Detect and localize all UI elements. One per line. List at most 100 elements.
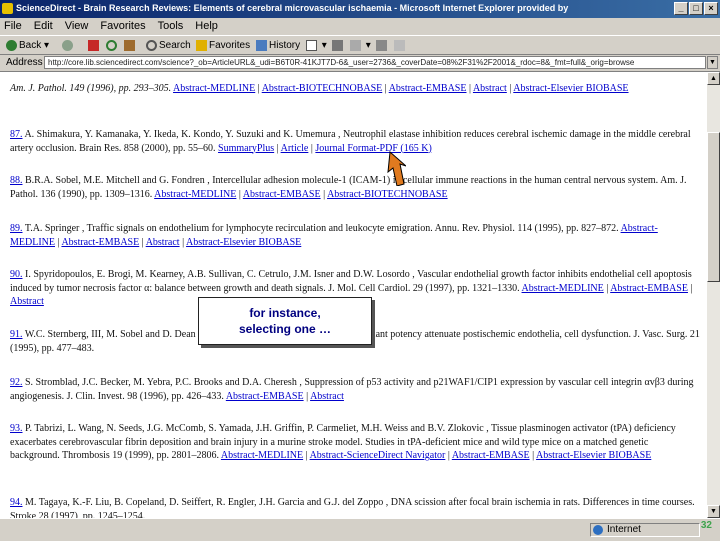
reference-93: 93. P. Tabrizi, L. Wang, N. Seeds, J.G. … [10,423,676,461]
reference-89: 89. T.A. Springer , Traffic signals on e… [10,223,658,248]
close-button[interactable]: × [704,2,718,15]
forward-button[interactable] [62,38,75,53]
scroll-down-icon[interactable]: ▼ [707,505,720,518]
forward-arrow-icon [62,39,73,51]
menu-help[interactable]: Help [189,18,224,32]
ref-link[interactable]: Abstract-EMBASE [61,237,139,248]
cursor-arrow-icon [387,150,406,186]
status-bar: Internet [0,518,720,541]
discuss-icon [376,39,387,51]
history-icon [256,39,267,51]
window-controls: _ □ × [674,2,718,15]
ref-link[interactable]: Abstract-Elsevier BIOBASE [186,237,301,248]
reference-86: Am. J. Pathol. 149 (1996), pp. 293–305. … [10,83,629,94]
mail-button[interactable]: ▾ [306,38,327,53]
ref-text: M. Tagaya, K.-F. Liu, B. Copeland, D. Se… [10,497,695,518]
scroll-up-icon[interactable]: ▲ [707,72,720,85]
ref-link[interactable]: Abstract-BIOTECHNOBASE [327,189,448,200]
summaryplus-link[interactable]: SummaryPlus [218,143,274,154]
ref-number[interactable]: 92. [10,377,23,388]
ref-link[interactable]: Abstract-EMBASE [389,83,467,94]
ref-link[interactable]: Abstract [473,83,507,94]
menu-edit[interactable]: Edit [28,18,59,32]
ref-link[interactable]: Abstract [146,237,180,248]
ref-link[interactable]: Abstract-EMBASE [226,391,304,402]
edit-button[interactable]: ▾ [350,38,371,53]
ie-app-icon [2,3,13,14]
callout-line-1: for instance, [249,306,321,320]
reference-94: 94. M. Tagaya, K.-F. Liu, B. Copeland, D… [10,496,700,518]
vertical-scrollbar[interactable]: ▲ ▼ [707,72,720,518]
favorites-button[interactable]: Favorites [196,38,250,53]
address-dropdown-icon[interactable]: ▼ [707,56,718,69]
ref-link[interactable]: Abstract-MEDLINE [154,189,236,200]
ref-number[interactable]: 94. [10,497,23,508]
address-label: Address [6,57,43,68]
ref-number[interactable]: 90. [10,269,23,280]
ref-number[interactable]: 89. [10,223,23,234]
ref-link[interactable]: Abstract-BIOTECHNOBASE [262,83,383,94]
ref-link[interactable]: Abstract-Elsevier BIOBASE [536,450,651,461]
scroll-thumb[interactable] [707,132,720,282]
page-content: Am. J. Pathol. 149 (1996), pp. 293–305. … [0,72,707,518]
menu-favorites[interactable]: Favorites [94,18,151,32]
search-button[interactable]: Search [146,38,191,53]
menu-file[interactable]: File [0,18,28,32]
favorites-icon [196,39,207,51]
window-titlebar: ScienceDirect - Brain Research Reviews: … [0,0,720,18]
pdf-link[interactable]: Journal Format-PDF (165 K) [315,143,431,154]
ref-link[interactable]: Abstract-Elsevier BIOBASE [513,83,628,94]
home-button[interactable] [124,38,137,53]
ref-text: S. Stromblad, J.C. Becker, M. Yebra, P.C… [10,377,694,402]
menu-bar: File Edit View Favorites Tools Help [0,18,720,35]
menu-view[interactable]: View [59,18,95,32]
ref-text: T.A. Springer , Traffic signals on endot… [24,223,619,234]
print-button[interactable] [332,38,345,53]
minimize-button[interactable]: _ [674,2,688,15]
maximize-button[interactable]: □ [689,2,703,15]
ref-link[interactable]: Abstract [10,296,44,307]
annotation-callout: for instance, selecting one … [198,297,372,345]
print-icon [332,39,343,51]
ref-link[interactable]: Abstract-MEDLINE [221,450,303,461]
stop-button[interactable] [88,38,101,53]
menu-tools[interactable]: Tools [152,18,190,32]
ref-link[interactable]: Abstract-EMBASE [452,450,530,461]
slide-page-number: 32 [700,520,712,531]
security-zone: Internet [590,523,700,537]
home-icon [124,39,135,51]
globe-icon [593,525,603,535]
ref-number[interactable]: 88. [10,175,23,186]
ref-link[interactable]: Abstract-EMBASE [610,283,688,294]
reference-92: 92. S. Stromblad, J.C. Becker, M. Yebra,… [10,377,694,402]
discuss-button[interactable] [376,38,389,53]
mail-icon [306,39,317,51]
search-icon [146,39,157,51]
ref-number[interactable]: 93. [10,423,23,434]
messenger-button[interactable] [394,38,407,53]
back-button[interactable]: Back ▾ [6,38,49,53]
ref-number[interactable]: 87. [10,129,23,140]
window-title: ScienceDirect - Brain Research Reviews: … [16,3,569,13]
standard-toolbar: Back ▾ Search Favorites History ▾ ▾ [0,35,720,55]
ref-number[interactable]: 91. [10,329,23,340]
edit-icon [350,39,361,51]
ref-link[interactable]: Abstract-EMBASE [243,189,321,200]
ref-link[interactable]: Abstract-MEDLINE [173,83,255,94]
ref-link[interactable]: Abstract-MEDLINE [522,283,604,294]
ref-text: Am. J. Pathol. 149 (1996), pp. 293–305. [10,83,172,94]
reference-87: 87. A. Shimakura, Y. Kamanaka, Y. Ikeda,… [10,129,691,154]
stop-icon [88,39,99,51]
reference-88: 88. B.R.A. Sobel, M.E. Mitchell and G. F… [10,175,687,200]
address-input[interactable]: http://core.lib.sciencedirect.com/scienc… [44,56,706,69]
article-link[interactable]: Article [281,143,309,154]
address-bar: Address http://core.lib.sciencedirect.co… [0,55,720,72]
history-button[interactable]: History [256,38,300,53]
messenger-icon [394,39,405,51]
back-arrow-icon [6,39,17,51]
callout-line-2: selecting one … [238,322,332,336]
ref-link[interactable]: Abstract [310,391,344,402]
refresh-button[interactable] [106,38,119,53]
ref-link[interactable]: Abstract-ScienceDirect Navigator [310,450,446,461]
refresh-icon [106,39,117,51]
